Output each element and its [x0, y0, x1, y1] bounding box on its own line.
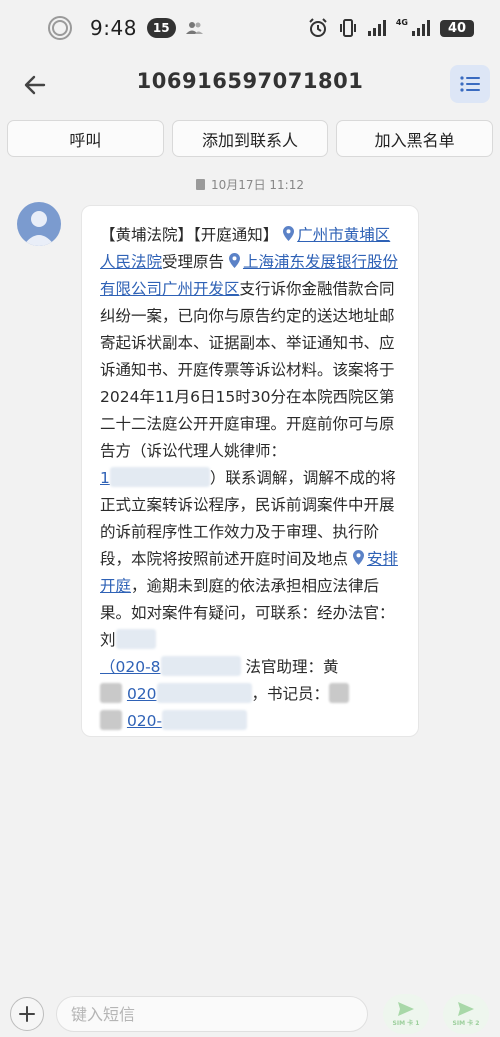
message-input[interactable] [56, 996, 368, 1032]
status-bar: 9:48 15 4G 40 [0, 0, 500, 56]
message-date: 10月17日 11:12 [0, 176, 500, 193]
message-date-text: 10月17日 11:12 [211, 178, 304, 192]
battery-level: 40 [440, 19, 474, 37]
action-bar: 呼叫 添加到联系人 加入黑名单 [7, 120, 494, 157]
attach-button[interactable] [10, 997, 44, 1031]
send-sim2-button[interactable]: SIM 卡 2 [443, 994, 489, 1034]
redacted-phone [160, 656, 241, 676]
redacted-phone [156, 683, 252, 703]
sim-card-icon [196, 179, 206, 190]
phone-link-assistant[interactable]: 020 [127, 683, 252, 703]
phone-link-lawyer[interactable]: 1 [100, 467, 210, 487]
contacts-icon [185, 22, 203, 34]
message-text: 刘 [100, 631, 116, 649]
message-text: 【黄埔法院】【开庭通知】 [100, 226, 279, 244]
screen-record-icon [48, 16, 72, 40]
vibrate-icon [339, 19, 356, 37]
avatar[interactable] [17, 202, 61, 246]
plus-icon [19, 1006, 35, 1022]
location-pin-icon [283, 226, 295, 241]
composer-bar: SIM 卡 1 SIM 卡 2 [0, 990, 500, 1037]
phone-link-clerk[interactable]: 020- [127, 710, 248, 730]
redacted-name [100, 710, 122, 730]
message-text: ，逾期未到庭的依法承担相应法律后果。如对案件有疑问，可联系：经办法官： [100, 577, 395, 622]
redacted-phone [162, 710, 248, 730]
block-button[interactable]: 加入黑名单 [336, 120, 494, 157]
message-text: ，书记员： [251, 685, 330, 703]
signal-icon-sim2 [412, 20, 430, 36]
location-pin-icon [228, 253, 240, 268]
send-sim2-label: SIM 卡 2 [452, 1020, 480, 1027]
network-type: 4G [395, 17, 408, 27]
redacted-name [115, 629, 156, 649]
message-text: 法官助理：黄 [245, 658, 339, 676]
send-icon [398, 1002, 414, 1016]
send-sim1-button[interactable]: SIM 卡 1 [383, 994, 429, 1034]
redacted-name [100, 683, 122, 703]
add-contact-button[interactable]: 添加到联系人 [171, 120, 329, 157]
redacted-name [329, 683, 350, 703]
send-sim1-label: SIM 卡 1 [392, 1020, 420, 1027]
page-title: 106916597071801 [136, 69, 364, 93]
list-menu-icon [460, 76, 480, 92]
notification-count-badge: 15 [146, 18, 176, 38]
conversation-header: 106916597071801 [0, 56, 500, 114]
redacted-phone [109, 467, 210, 487]
status-time: 9:48 [90, 16, 137, 40]
person-icon [23, 211, 55, 246]
alarm-icon [309, 18, 327, 37]
message-bubble[interactable]: 【黄埔法院】【开庭通知】 广州市黄埔区人民法院受理原告 上海浦东发展银行股份有限… [81, 205, 419, 737]
send-icon [458, 1002, 474, 1016]
message-text: 支行诉你金融借款合同纠纷一案，已向你与原告约定的送达地址邮寄起诉状副本、证据副本… [100, 280, 395, 460]
details-menu-button[interactable] [450, 65, 490, 103]
location-pin-icon [352, 550, 364, 565]
message-text: 受理原告 [162, 253, 225, 271]
signal-icon [367, 20, 386, 36]
call-button[interactable]: 呼叫 [7, 120, 164, 157]
phone-link-judge[interactable]: （020-8 [100, 656, 241, 676]
